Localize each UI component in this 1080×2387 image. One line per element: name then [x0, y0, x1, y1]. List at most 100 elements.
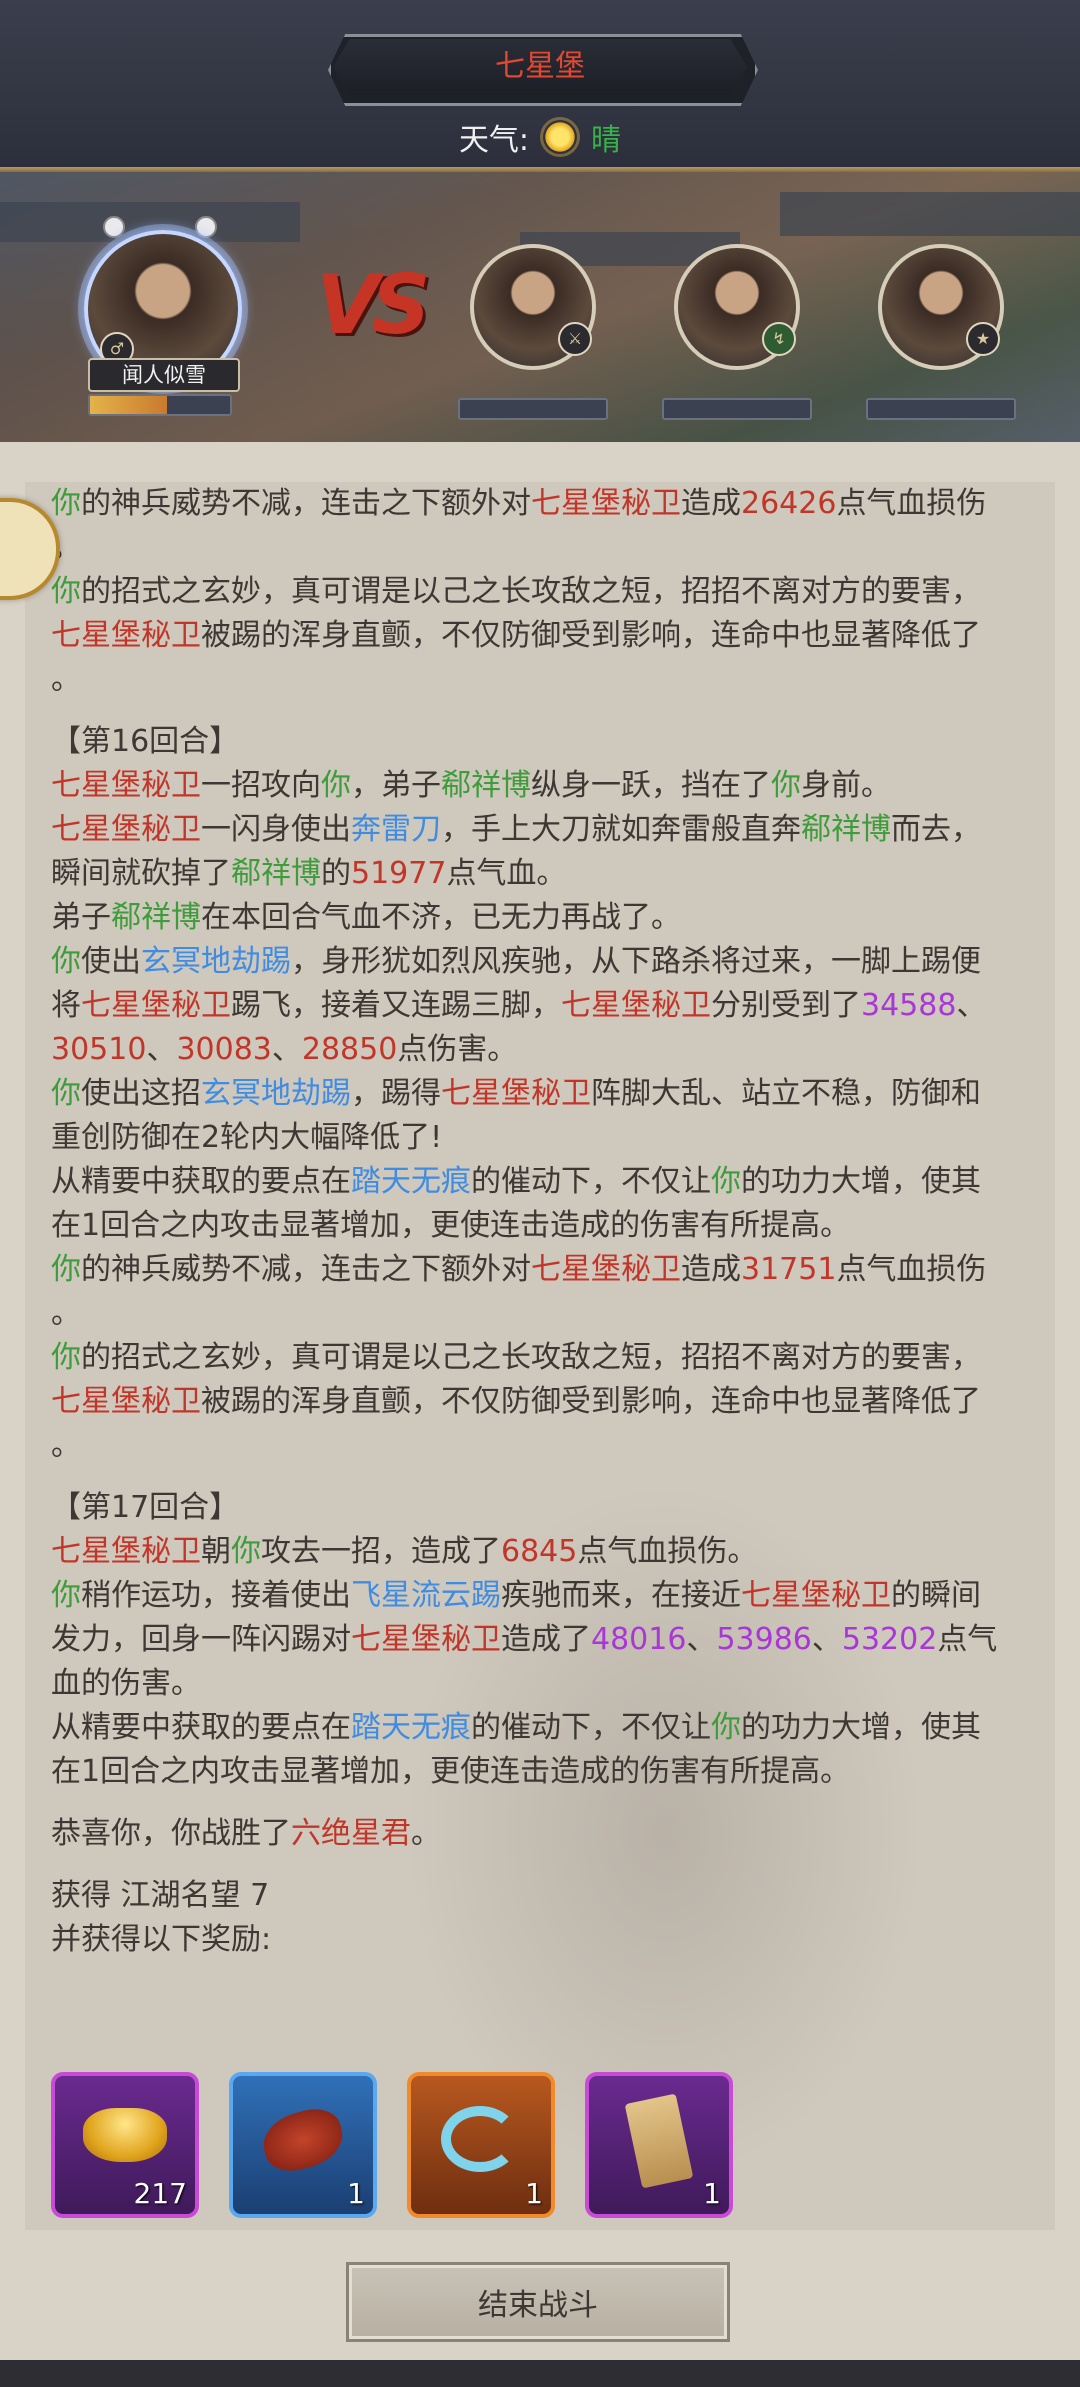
weather-value: 晴: [591, 123, 622, 158]
log-text: 阵脚大乱、站立不稳，防御和: [591, 1076, 981, 1111]
log-text: 你: [51, 574, 81, 609]
battle-banner: ♂ 闻人似雪 VS ⚔ ↯ ★: [0, 172, 1080, 442]
log-text: 的神兵威势不减，连击之下额外对: [81, 1252, 531, 1287]
log-line: 七星堡秘卫被踢的浑身直颤，不仅防御受到影响，连命中也显著降低了: [51, 614, 1041, 658]
scroll-envelope-icon: [624, 2093, 694, 2189]
log-text: 七星堡秘卫: [561, 988, 711, 1023]
log-text: 的功力大增，使其: [741, 1710, 981, 1745]
battle-log-panel[interactable]: 你的神兵威势不减，连击之下额外对七星堡秘卫造成26426点气血损伤。你的招式之玄…: [25, 482, 1055, 2230]
enemy-hp-bar-2: [662, 398, 812, 420]
skill-orb-icon: [195, 216, 217, 238]
log-text: 的催动下，不仅让: [471, 1710, 711, 1745]
log-line: 。: [51, 1424, 1041, 1468]
weapon-class-icon: ⚔: [558, 322, 592, 356]
log-text: 七星堡秘卫: [81, 988, 231, 1023]
log-text: 点气血。: [446, 856, 567, 891]
log-text: 七星堡秘卫: [531, 486, 681, 521]
log-text: 郗祥博: [801, 812, 891, 847]
log-text: 攻去一招，造成了: [261, 1534, 501, 1569]
log-line: 。: [51, 526, 1041, 570]
log-text: 你: [771, 768, 801, 803]
log-text: 31751: [741, 1252, 837, 1287]
log-text: 34588: [861, 988, 957, 1023]
player-hp-fill: [90, 396, 167, 414]
end-battle-button[interactable]: 结束战斗: [346, 2262, 730, 2342]
log-text: 踏天无痕: [351, 1164, 471, 1199]
log-text: 你: [51, 1076, 81, 1111]
skill-orb-icon: [103, 216, 125, 238]
reward-item[interactable]: 1: [585, 2072, 733, 2218]
log-text: 、: [271, 1032, 302, 1067]
log-text: 使出: [81, 944, 141, 979]
log-text: 奔雷刀: [351, 812, 441, 847]
log-text: 你: [711, 1164, 741, 1199]
log-text: 点气: [937, 1622, 998, 1657]
log-text: 纵身一跃，挡在了: [531, 768, 771, 803]
log-text: 恭喜你，你战胜了: [51, 1816, 291, 1851]
log-text: 获得 江湖名望 7: [51, 1878, 270, 1913]
log-line: 将七星堡秘卫踢飞，接着又连踢三脚，七星堡秘卫分别受到了34588、: [51, 984, 1041, 1028]
log-section-line: 恭喜你，你战胜了六绝星君。: [51, 1812, 1041, 1856]
reward-count: 1: [703, 2177, 721, 2210]
log-line: 。: [51, 1292, 1041, 1336]
log-line: 并获得以下奖励:: [51, 1918, 1041, 1962]
sun-icon: [543, 120, 578, 154]
log-text: 。: [51, 1296, 81, 1331]
gold-ingot-icon: [83, 2108, 167, 2162]
battle-log: 你的神兵威势不减，连击之下额外对七星堡秘卫造成26426点气血损伤。你的招式之玄…: [51, 482, 1041, 1962]
weather-row: 天气: 晴: [0, 112, 1080, 162]
log-text: ，弟子: [351, 768, 441, 803]
log-text: 【第16回合】: [51, 724, 240, 759]
log-text: 造成: [681, 1252, 741, 1287]
log-text: 飞星流云踢: [351, 1578, 501, 1613]
log-text: 。: [51, 1428, 81, 1463]
log-line: 在1回合之内攻击显著增加，更使连击造成的伤害有所提高。: [51, 1750, 1041, 1794]
log-text: 玄冥地劫踢: [141, 944, 291, 979]
log-text: 你: [711, 1710, 741, 1745]
swirl-icon: [441, 2106, 519, 2172]
enemy-hp-bar-3: [866, 398, 1016, 420]
reward-item[interactable]: 1: [407, 2072, 555, 2218]
log-text: 你: [51, 1340, 81, 1375]
log-line: 从精要中获取的要点在踏天无痕的催动下，不仅让你的功力大增，使其: [51, 1160, 1041, 1204]
log-text: 七星堡秘卫: [51, 1384, 201, 1419]
log-text: 被踢的浑身直颤，不仅防御受到影响，连命中也显著降低了: [201, 1384, 981, 1419]
log-text: ，手上大刀就如奔雷般直奔: [441, 812, 801, 847]
log-text: 从精要中获取的要点在: [51, 1710, 351, 1745]
log-text: 身前。: [801, 768, 891, 803]
log-text: 造成了: [501, 1622, 591, 1657]
log-text: 朝: [201, 1534, 231, 1569]
log-text: 在1回合之内攻击显著增加，更使连击造成的伤害有所提高。: [51, 1754, 851, 1789]
log-line: 在1回合之内攻击显著增加，更使连击造成的伤害有所提高。: [51, 1204, 1041, 1248]
log-section-line: 【第17回合】: [51, 1486, 1041, 1530]
log-text: 踏天无痕: [351, 1710, 471, 1745]
location-title: 七星堡: [495, 49, 585, 84]
reward-item[interactable]: 217: [51, 2072, 199, 2218]
log-text: 使出这招: [81, 1076, 201, 1111]
log-text: 、: [811, 1622, 842, 1657]
log-text: 分别受到了: [711, 988, 861, 1023]
log-text: ，身形犹如烈风疾驰，从下路杀将过来，一脚上踢便: [291, 944, 981, 979]
log-line: 你的神兵威势不减，连击之下额外对七星堡秘卫造成26426点气血损伤: [51, 482, 1041, 526]
log-text: 你: [51, 1578, 81, 1613]
vs-emblem: VS: [316, 258, 430, 353]
log-text: ，踢得: [351, 1076, 441, 1111]
log-line: 七星堡秘卫被踢的浑身直颤，不仅防御受到影响，连命中也显著降低了: [51, 1380, 1041, 1424]
log-text: 七星堡秘卫: [351, 1622, 501, 1657]
log-text: 郗祥博: [441, 768, 531, 803]
log-text: 26426: [741, 486, 837, 521]
log-text: 造成: [681, 486, 741, 521]
reward-item[interactable]: 1: [229, 2072, 377, 2218]
log-text: 、: [956, 988, 987, 1023]
log-line: 你稍作运功，接着使出飞星流云踢疾驰而来，在接近七星堡秘卫的瞬间: [51, 1574, 1041, 1618]
kick-class-icon: ↯: [762, 322, 796, 356]
log-text: 、: [686, 1622, 717, 1657]
player-name-tag: 闻人似雪: [88, 358, 240, 392]
log-text: 你: [51, 944, 81, 979]
bottom-bar: [0, 2360, 1080, 2387]
log-text: 一招攻向: [201, 768, 321, 803]
log-text: 你: [51, 486, 81, 521]
log-text: 七星堡秘卫: [741, 1578, 891, 1613]
log-text: 的招式之玄妙，真可谓是以己之长攻敌之短，招招不离对方的要害，: [81, 574, 981, 609]
log-text: 的瞬间: [891, 1578, 981, 1613]
